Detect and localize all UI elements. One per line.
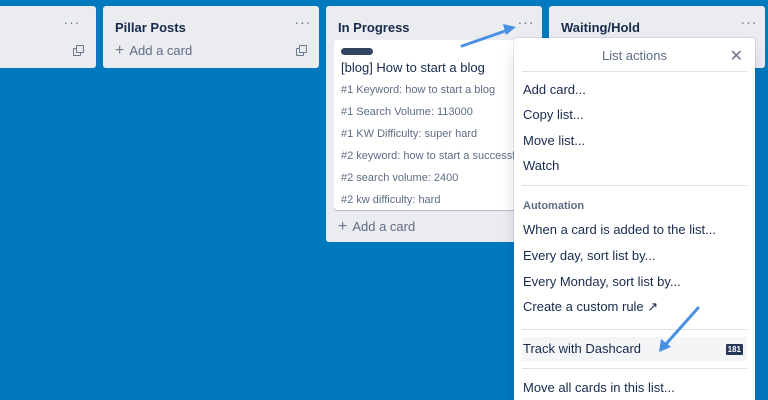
every-day-sort-menu-item[interactable]: Every day, sort list by... (522, 244, 747, 268)
track-with-dashcard-menu-item[interactable]: Track with Dashcard 181 (522, 337, 747, 361)
add-card-menu-item[interactable]: Add card... (522, 78, 747, 102)
automation-heading: Automation (523, 200, 585, 212)
plus-icon: + (115, 42, 125, 59)
card[interactable]: [blog] How to start a blog #1 Keyword: h… (334, 40, 544, 210)
list-actions-popover: List actions ✕ Add card... Copy list... … (514, 38, 755, 400)
add-card-button[interactable]: + Add a card (338, 218, 416, 235)
list-title[interactable]: In Progress (338, 20, 410, 35)
list-column-pillar-posts: Pillar Posts ··· + Add a card (103, 6, 319, 68)
move-list-menu-item[interactable]: Move list... (522, 129, 747, 153)
list-title[interactable]: Waiting/Hold (561, 20, 640, 35)
list-menu-icon[interactable]: ··· (512, 12, 540, 36)
card-label[interactable] (341, 48, 373, 55)
add-card-button[interactable]: + Add a card (115, 42, 193, 59)
add-card-label: Add a card (352, 219, 416, 234)
move-all-cards-menu-item[interactable]: Move all cards in this list... (522, 376, 747, 400)
list-menu-icon[interactable]: ··· (735, 12, 763, 36)
card-description-line: #2 search volume: 2400 (341, 172, 459, 184)
card-description-line: #1 Search Volume: 113000 (341, 106, 473, 118)
when-card-added-menu-item[interactable]: When a card is added to the list... (522, 218, 747, 242)
card-description-line: #1 KW Difficulty: super hard (341, 128, 478, 140)
divider (522, 329, 747, 330)
list-title[interactable]: Pillar Posts (115, 20, 186, 35)
close-icon[interactable]: ✕ (730, 46, 743, 66)
create-custom-rule-menu-item[interactable]: Create a custom rule ↗ (522, 295, 747, 319)
divider (522, 71, 747, 72)
plus-icon: + (338, 218, 348, 235)
card-description-line: #1 Keyword: how to start a blog (341, 84, 496, 96)
card-title: [blog] How to start a blog (341, 60, 485, 75)
dashcard-badge: 181 (725, 344, 743, 355)
divider (522, 368, 747, 369)
list-column-in-progress: In Progress ··· [blog] How to start a bl… (326, 6, 544, 242)
list-menu-icon[interactable]: ··· (289, 12, 317, 36)
track-with-dashcard-label: Track with Dashcard (523, 341, 641, 356)
card-template-icon[interactable] (296, 45, 308, 57)
add-card-label: Add a card (129, 43, 193, 58)
copy-list-menu-item[interactable]: Copy list... (522, 103, 747, 127)
card-description-line: #2 kw difficulty: hard (341, 194, 441, 206)
popover-title: List actions (601, 48, 668, 63)
list-menu-icon[interactable]: ··· (58, 12, 86, 36)
watch-menu-item[interactable]: Watch (522, 154, 747, 178)
card-template-icon[interactable] (73, 45, 85, 57)
every-monday-sort-menu-item[interactable]: Every Monday, sort list by... (522, 270, 747, 294)
card-description-line: #2 keyword: how to start a successful (341, 150, 524, 162)
divider (522, 185, 747, 186)
list-column: ··· (0, 6, 96, 68)
